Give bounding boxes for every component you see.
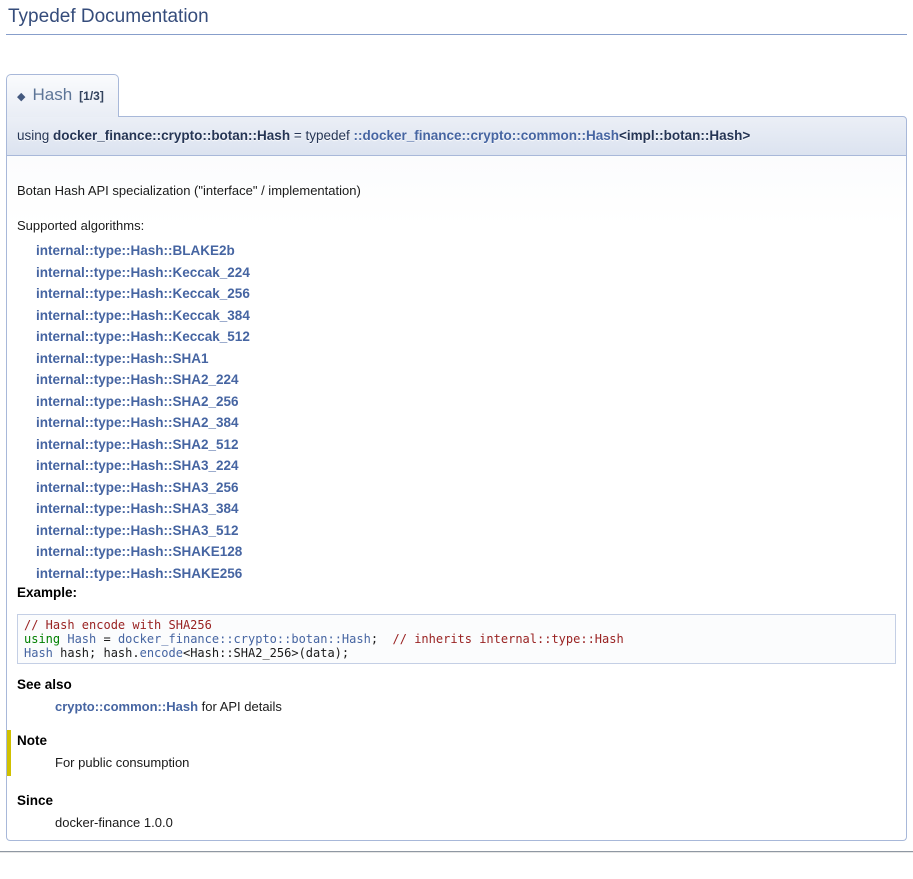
algorithm-item: internal::type::Hash::SHAKE256 — [36, 563, 896, 585]
algorithm-link[interactable]: internal::type::Hash::Keccak_224 — [36, 265, 250, 280]
algorithm-item: internal::type::Hash::SHA2_384 — [36, 412, 896, 434]
see-also-link[interactable]: crypto::common::Hash — [55, 699, 198, 714]
code-token-plain: <Hash::SHA2_256>(data); — [183, 646, 349, 660]
supported-algorithms-label: Supported algorithms: — [17, 217, 896, 235]
see-also-text: for API details — [198, 699, 282, 714]
algorithm-item: internal::type::Hash::SHA2_256 — [36, 391, 896, 413]
code-token-keyword: using — [24, 632, 60, 646]
algorithm-item: internal::type::Hash::SHA3_224 — [36, 455, 896, 477]
algorithm-link[interactable]: internal::type::Hash::SHAKE256 — [36, 566, 242, 581]
member-item: using docker_finance::crypto::botan::Has… — [6, 116, 907, 841]
since-text: docker-finance 1.0.0 — [55, 814, 896, 832]
proto-equals: = typedef — [290, 128, 353, 143]
code-line: Hash hash; hash.encode<Hash::SHA2_256>(d… — [24, 646, 889, 660]
algorithm-link[interactable]: internal::type::Hash::SHA3_512 — [36, 523, 239, 538]
algorithm-link[interactable]: internal::type::Hash::SHA2_512 — [36, 437, 239, 452]
code-token-plain: ; — [371, 632, 393, 646]
anchor-diamond-icon[interactable]: ◆ — [17, 87, 25, 107]
code-token-comment: // Hash encode with SHA256 — [24, 618, 212, 632]
code-link[interactable]: encode — [140, 646, 183, 660]
see-also-content: crypto::common::Hash for API details — [55, 698, 896, 716]
algorithm-link[interactable]: internal::type::Hash::SHA3_224 — [36, 458, 239, 473]
algorithm-item: internal::type::Hash::Keccak_384 — [36, 305, 896, 327]
proto-using-keyword: using — [17, 128, 53, 143]
algorithm-list: internal::type::Hash::BLAKE2binternal::t… — [36, 240, 896, 584]
algorithm-item: internal::type::Hash::SHAKE128 — [36, 541, 896, 563]
member-doc: Botan Hash API specialization ("interfac… — [6, 156, 907, 841]
since-section: Since docker-finance 1.0.0 — [17, 792, 896, 832]
algorithm-link[interactable]: internal::type::Hash::SHAKE128 — [36, 544, 242, 559]
code-token-plain: = — [96, 632, 118, 646]
code-token-comment: // inherits internal::type::Hash — [393, 632, 624, 646]
member-title: Hash — [32, 85, 72, 105]
algorithm-item: internal::type::Hash::BLAKE2b — [36, 240, 896, 262]
algorithm-link[interactable]: internal::type::Hash::Keccak_512 — [36, 329, 250, 344]
algorithm-item: internal::type::Hash::SHA2_224 — [36, 369, 896, 391]
algorithm-item: internal::type::Hash::SHA3_384 — [36, 498, 896, 520]
algorithm-link[interactable]: internal::type::Hash::SHA2_384 — [36, 415, 239, 430]
algorithm-link[interactable]: internal::type::Hash::SHA2_224 — [36, 372, 239, 387]
algorithm-link[interactable]: internal::type::Hash::Keccak_384 — [36, 308, 250, 323]
algorithm-item: internal::type::Hash::SHA2_512 — [36, 434, 896, 456]
algorithm-item: internal::type::Hash::Keccak_512 — [36, 326, 896, 348]
algorithm-link[interactable]: internal::type::Hash::Keccak_256 — [36, 286, 250, 301]
code-link[interactable]: Hash — [67, 632, 96, 646]
code-line: // Hash encode with SHA256 — [24, 618, 889, 632]
algorithm-link[interactable]: internal::type::Hash::SHA3_256 — [36, 480, 239, 495]
member-prototype: using docker_finance::crypto::botan::Has… — [6, 116, 907, 156]
see-also-section: See also crypto::common::Hash for API de… — [17, 676, 896, 716]
algorithm-link[interactable]: internal::type::Hash::BLAKE2b — [36, 243, 235, 258]
typedef-member: ◆ Hash [1/3] using docker_finance::crypt… — [6, 35, 907, 841]
note-section: Note For public consumption — [7, 730, 896, 776]
algorithm-link[interactable]: internal::type::Hash::SHA1 — [36, 351, 209, 366]
note-text: For public consumption — [55, 754, 896, 772]
code-fragment: // Hash encode with SHA256using Hash = d… — [17, 614, 896, 664]
footer-divider — [0, 851, 913, 853]
algorithm-link[interactable]: internal::type::Hash::SHA2_256 — [36, 394, 239, 409]
doc-intro: Botan Hash API specialization ("interfac… — [17, 182, 896, 200]
algorithm-item: internal::type::Hash::Keccak_224 — [36, 262, 896, 284]
proto-template-args: <impl::botan::Hash> — [619, 128, 750, 143]
note-label: Note — [17, 732, 896, 750]
algorithm-link[interactable]: internal::type::Hash::SHA3_384 — [36, 501, 239, 516]
proto-typedef-name: docker_finance::crypto::botan::Hash — [53, 128, 290, 143]
since-label: Since — [17, 792, 896, 810]
member-tab: ◆ Hash [1/3] — [6, 74, 119, 117]
page-content: Typedef Documentation ◆ Hash [1/3] using… — [0, 6, 913, 841]
code-link[interactable]: docker_finance::crypto::botan::Hash — [118, 632, 371, 646]
code-token-plain: hash; hash. — [53, 646, 140, 660]
algorithm-item: internal::type::Hash::SHA1 — [36, 348, 896, 370]
code-link[interactable]: Hash — [24, 646, 53, 660]
section-title: Typedef Documentation — [6, 6, 907, 35]
proto-target-link[interactable]: ::docker_finance::crypto::common::Hash — [353, 128, 619, 143]
see-also-label: See also — [17, 676, 896, 694]
example-label: Example: — [17, 584, 896, 602]
member-overload-index: [1/3] — [79, 86, 104, 106]
algorithm-item: internal::type::Hash::Keccak_256 — [36, 283, 896, 305]
code-line: using Hash = docker_finance::crypto::bot… — [24, 632, 889, 646]
algorithm-item: internal::type::Hash::SHA3_256 — [36, 477, 896, 499]
algorithm-item: internal::type::Hash::SHA3_512 — [36, 520, 896, 542]
